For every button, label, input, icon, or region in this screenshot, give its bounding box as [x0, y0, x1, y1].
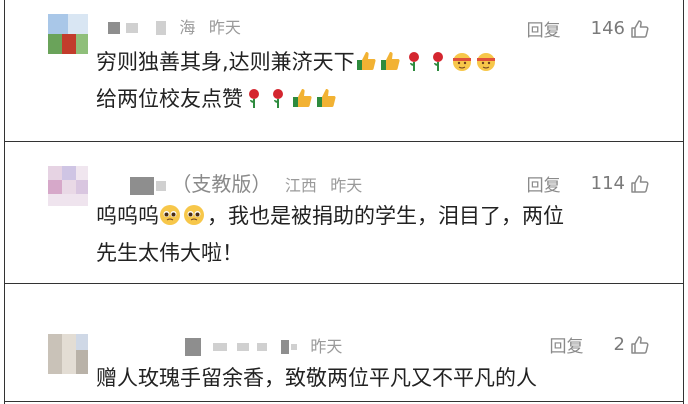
like-outline-icon[interactable] — [630, 19, 650, 39]
avatar[interactable] — [48, 334, 88, 374]
comment-line: 呜呜呜 — [96, 204, 159, 228]
comment-text: 穷则独善其身,达则兼济天下 给两位校友点赞 — [96, 44, 499, 118]
timestamp: 昨天 — [330, 176, 363, 195]
rose-icon — [249, 89, 259, 108]
reply-button[interactable]: 回复 — [550, 332, 584, 357]
comment-text: 赠人玫瑰手留余香，致敬两位平凡又不平凡的人 — [96, 360, 537, 397]
divider — [4, 401, 684, 402]
comment-line: 穷则独善其身,达则兼济天下 — [96, 50, 355, 74]
location: 江西 — [284, 176, 317, 195]
rose-icon — [432, 52, 443, 71]
like-outline-icon[interactable] — [630, 174, 650, 194]
salute-face-icon — [452, 53, 471, 71]
username-suffix: （支教版） — [171, 172, 272, 196]
timestamp: 昨天 — [310, 337, 343, 356]
comment-actions: 回复 2 — [550, 332, 650, 357]
username[interactable]: 昨天 — [185, 333, 342, 357]
location: 海 — [179, 18, 196, 37]
rose-icon — [408, 52, 419, 71]
thumbs-up-icon — [317, 89, 336, 107]
avatar[interactable] — [48, 14, 88, 54]
divider — [4, 283, 684, 284]
comment-line: 先生太伟大啦！ — [96, 241, 243, 265]
thumbs-up-icon — [293, 89, 312, 107]
comment-line: ，我也是被捐助的学生，泪目了，两位 — [207, 204, 564, 228]
timestamp: 昨天 — [208, 18, 241, 37]
comment-line: 赠人玫瑰手留余香，致敬两位平凡又不平凡的人 — [96, 366, 537, 390]
reply-button[interactable]: 回复 — [527, 171, 561, 196]
thumbs-up-icon — [356, 52, 376, 70]
comment-text: 呜呜呜 ，我也是被捐助的学生，泪目了，两位 先生太伟大啦！ — [96, 198, 564, 272]
like-outline-icon[interactable] — [630, 335, 650, 355]
divider — [4, 141, 684, 142]
username[interactable]: （支教版） 江西 昨天 — [130, 168, 362, 197]
like-count: 2 — [613, 334, 625, 355]
rose-icon — [273, 89, 283, 108]
comment-line: 给两位校友点赞 — [96, 87, 243, 111]
comment-actions: 回复 114 — [527, 171, 650, 196]
like-count: 146 — [590, 18, 625, 39]
avatar[interactable] — [48, 166, 88, 206]
comment-actions: 回复 146 — [527, 16, 650, 41]
pleading-face-icon — [160, 205, 180, 225]
pleading-face-icon — [184, 205, 204, 225]
reply-button[interactable]: 回复 — [527, 16, 561, 41]
salute-face-icon — [476, 53, 495, 71]
username[interactable]: 海 昨天 — [108, 14, 241, 38]
like-count: 114 — [590, 173, 625, 194]
thumbs-up-icon — [380, 52, 400, 70]
